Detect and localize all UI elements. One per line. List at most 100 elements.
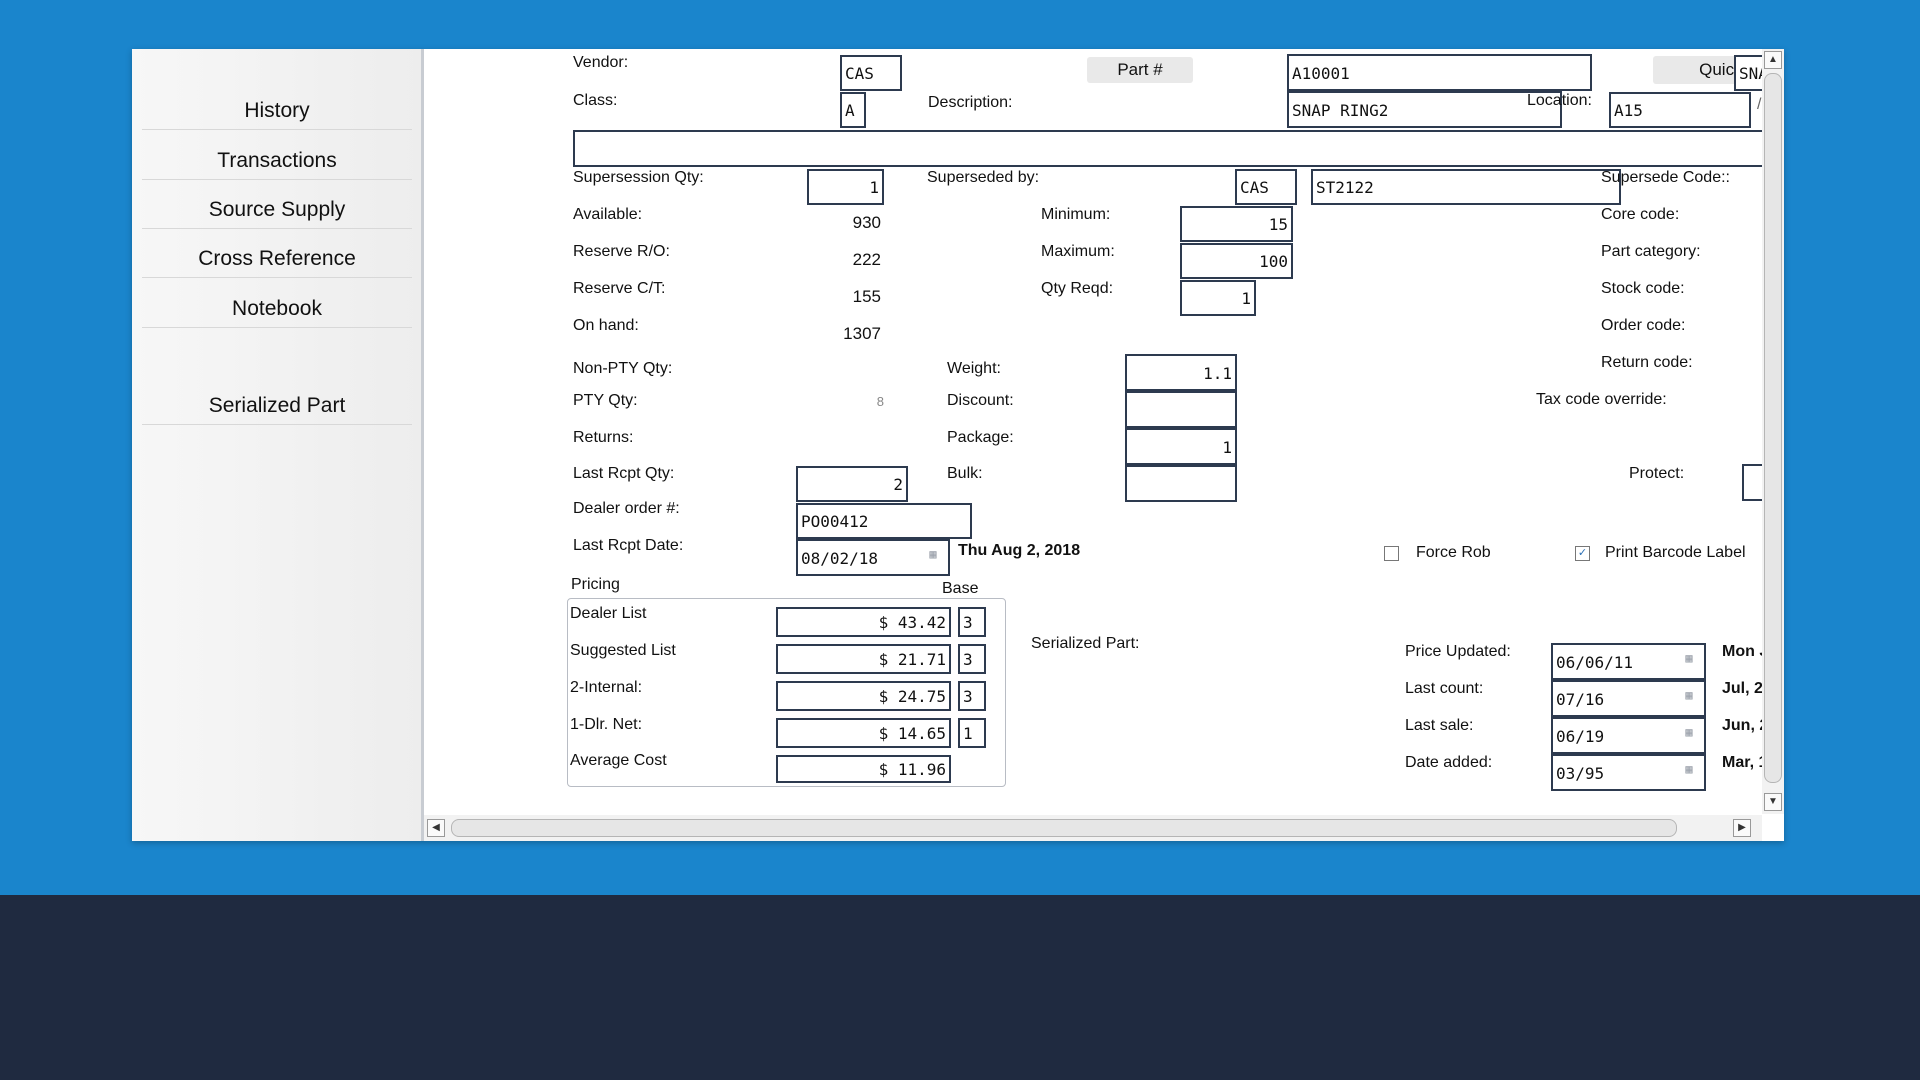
footer-band	[0, 895, 1920, 1080]
reserve-ct-label: Reserve C/T:	[573, 280, 666, 297]
price-updated-label: Price Updated:	[1405, 643, 1511, 660]
last-rcpt-qty-label: Last Rcpt Qty:	[573, 465, 675, 482]
pricing-base-field[interactable]: 3	[958, 644, 986, 674]
qty-reqd-field[interactable]: 1	[1180, 280, 1256, 316]
protect-label: Protect:	[1629, 465, 1685, 482]
pricing-base-field[interactable]: 1	[958, 718, 986, 748]
on-hand-value: 1307	[843, 324, 881, 343]
class-field[interactable]: A	[840, 92, 866, 128]
part-category-label: Part category:	[1601, 243, 1701, 260]
calendar-icon[interactable]: ▦	[923, 546, 943, 563]
horizontal-scrollbar[interactable]: ◀ ▶	[424, 815, 1762, 841]
part-number-field[interactable]: A10001	[1287, 54, 1592, 91]
pricing-value-field[interactable]: $ 21.71	[776, 644, 951, 674]
date-added-field[interactable]: 03/95 ▦	[1551, 754, 1706, 791]
sidebar-item-cross-reference[interactable]: Cross Reference	[142, 247, 412, 278]
qty-reqd-label: Qty Reqd:	[1041, 280, 1114, 297]
pricing-row-label: Dealer List	[570, 605, 647, 622]
bulk-label: Bulk:	[947, 465, 983, 482]
return-code-label: Return code:	[1601, 354, 1693, 371]
package-field[interactable]: 1	[1125, 428, 1237, 465]
pty-qty-value: 8	[876, 394, 884, 409]
scroll-up-icon[interactable]: ▲	[1764, 51, 1782, 69]
package-label: Package:	[947, 429, 1014, 446]
last-rcpt-date-field[interactable]: 08/02/18 ▦	[796, 539, 950, 576]
dealer-order-label: Dealer order #:	[573, 500, 680, 517]
force-rob-checkbox[interactable]	[1384, 546, 1399, 561]
sidebar-item-source-supply[interactable]: Source Supply	[142, 198, 412, 229]
pricing-value-field[interactable]: $ 43.42	[776, 607, 951, 637]
pty-qty-label: PTY Qty:	[573, 392, 638, 409]
serialized-part-label: Serialized Part:	[1031, 635, 1140, 652]
dealer-order-field[interactable]: PO00412	[796, 503, 972, 539]
class-label: Class:	[573, 92, 618, 109]
last-rcpt-date-value: 08/02/18	[801, 549, 879, 568]
reserve-ct-value: 155	[852, 287, 881, 306]
date-added-value: 03/95	[1556, 764, 1605, 783]
vendor-field[interactable]: CAS	[840, 55, 902, 91]
part-number-button[interactable]: Part #	[1087, 57, 1193, 83]
location-label: Location:	[1527, 92, 1592, 109]
reserve-ro-value: 222	[852, 250, 881, 269]
pricing-base-label: Base	[942, 580, 979, 597]
calendar-icon[interactable]: ▦	[1679, 650, 1699, 667]
pricing-title: Pricing	[571, 576, 620, 593]
last-rcpt-qty-field[interactable]: 2	[796, 466, 908, 502]
last-sale-value: 06/19	[1556, 727, 1605, 746]
description-field[interactable]: SNAP RING2	[1287, 91, 1562, 128]
vertical-scroll-thumb[interactable]	[1764, 73, 1782, 783]
location-field[interactable]: A15	[1609, 92, 1751, 128]
supersession-qty-field[interactable]: 1	[807, 169, 884, 205]
available-value: 930	[852, 213, 881, 232]
bulk-field[interactable]	[1125, 465, 1237, 502]
supersede-code-label: Supersede Code::	[1601, 169, 1730, 186]
scroll-right-icon[interactable]: ▶	[1733, 819, 1751, 837]
superseded-vendor-field[interactable]: CAS	[1235, 169, 1297, 205]
calendar-icon[interactable]: ▦	[1679, 761, 1699, 778]
minimum-label: Minimum:	[1041, 206, 1111, 223]
calendar-icon[interactable]: ▦	[1679, 724, 1699, 741]
last-rcpt-date-text: Thu Aug 2, 2018	[958, 542, 1081, 559]
weight-field[interactable]: 1.1	[1125, 354, 1237, 391]
pricing-value-field[interactable]: $ 24.75	[776, 681, 951, 711]
scroll-down-icon[interactable]: ▼	[1764, 793, 1782, 811]
maximum-field[interactable]: 100	[1180, 243, 1293, 279]
supersession-qty-label: Supersession Qty:	[573, 169, 704, 186]
last-count-field[interactable]: 07/16 ▦	[1551, 680, 1706, 717]
price-updated-value: 06/06/11	[1556, 653, 1634, 672]
pricing-base-field[interactable]: 3	[958, 607, 986, 637]
sidebar-item-transactions[interactable]: Transactions	[142, 149, 412, 180]
pricing-row-label: 2-Internal:	[570, 679, 643, 696]
horizontal-scroll-thumb[interactable]	[451, 819, 1677, 837]
sidebar-item-serialized-part[interactable]: Serialized Part	[142, 394, 412, 425]
maximum-label: Maximum:	[1041, 243, 1115, 260]
print-barcode-checkbox[interactable]: ✓	[1575, 546, 1590, 561]
pricing-row-label: Average Cost	[570, 752, 667, 769]
pricing-value-field[interactable]: $ 14.65	[776, 718, 951, 748]
order-code-label: Order code:	[1601, 317, 1686, 334]
vertical-scrollbar[interactable]: ▲ ▼	[1762, 49, 1784, 814]
returns-label: Returns:	[573, 429, 634, 446]
sidebar: History Transactions Source Supply Cross…	[132, 49, 424, 841]
pricing-base-field[interactable]: 3	[958, 681, 986, 711]
sidebar-item-notebook[interactable]: Notebook	[142, 297, 412, 328]
sidebar-item-history[interactable]: History	[142, 99, 412, 130]
discount-label: Discount:	[947, 392, 1014, 409]
superseded-part-field[interactable]: ST2122	[1311, 169, 1621, 205]
part-record-window: History Transactions Source Supply Cross…	[132, 49, 1784, 841]
scroll-left-icon[interactable]: ◀	[427, 819, 445, 837]
force-rob-label: Force Rob	[1416, 544, 1491, 561]
on-hand-label: On hand:	[573, 317, 639, 334]
discount-field[interactable]	[1125, 391, 1237, 428]
price-updated-field[interactable]: 06/06/11 ▦	[1551, 643, 1706, 680]
superseded-by-label: Superseded by:	[927, 169, 1040, 186]
last-sale-field[interactable]: 06/19 ▦	[1551, 717, 1706, 754]
tax-code-override-label: Tax code override:	[1536, 391, 1667, 408]
minimum-field[interactable]: 15	[1180, 206, 1293, 242]
calendar-icon[interactable]: ▦	[1679, 687, 1699, 704]
location-separator: /	[1757, 96, 1762, 113]
weight-label: Weight:	[947, 360, 1001, 377]
pricing-panel: Dealer List $ 43.42 3 Suggested List $ 2…	[567, 598, 1006, 787]
notes-field[interactable]	[573, 130, 1784, 167]
average-cost-field[interactable]: $ 11.96	[776, 755, 951, 783]
